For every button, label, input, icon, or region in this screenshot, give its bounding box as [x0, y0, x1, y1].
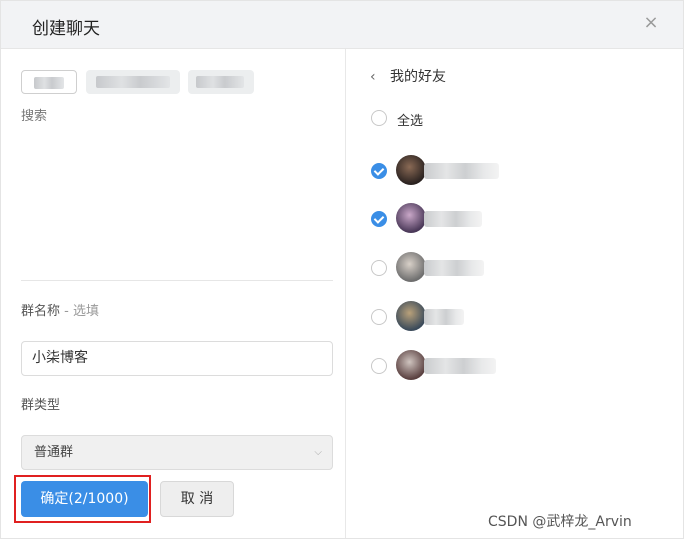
selected-contact-chip[interactable] — [86, 70, 180, 94]
avatar — [396, 350, 426, 380]
group-type-select[interactable]: 普通群 ⌵ — [21, 435, 333, 470]
right-pane: ‹ 我的好友 全选 — [346, 49, 683, 538]
blurred-contact-name — [96, 76, 170, 88]
friend-row[interactable] — [346, 151, 683, 191]
avatar — [396, 155, 426, 185]
blurred-friend-name — [424, 309, 464, 325]
group-name-label-text: 群名称 — [21, 304, 61, 319]
close-icon[interactable]: × — [641, 13, 661, 33]
selected-contact-chip[interactable] — [21, 70, 77, 94]
group-name-input[interactable]: 小柒博客 — [21, 341, 333, 376]
blurred-friend-name — [424, 260, 484, 276]
left-pane: 搜索 群名称 - 选填 小柒博客 群类型 普通群 ⌵ 确定(2/1000) 取 … — [1, 49, 345, 538]
selected-contact-chip[interactable] — [188, 70, 254, 94]
group-name-optional-hint: - 选填 — [60, 304, 99, 319]
friend-row[interactable] — [346, 248, 683, 288]
blurred-friend-name — [424, 163, 499, 179]
friend-row[interactable] — [346, 297, 683, 337]
friend-row[interactable] — [346, 346, 683, 386]
avatar — [396, 301, 426, 331]
friends-title: 我的好友 — [390, 69, 446, 85]
watermark: CSDN @武梓龙_Arvin — [488, 514, 632, 530]
blurred-friend-name — [424, 358, 496, 374]
section-divider — [21, 280, 333, 281]
blurred-contact-name — [196, 76, 244, 88]
group-name-label: 群名称 - 选填 — [21, 300, 99, 319]
unchecked-circle-icon[interactable] — [371, 260, 387, 276]
select-all-label[interactable]: 全选 — [397, 110, 423, 129]
dialog-title: 创建聊天 — [32, 19, 100, 39]
avatar — [396, 252, 426, 282]
select-all-checkbox[interactable] — [371, 110, 387, 126]
search-label[interactable]: 搜索 — [21, 105, 47, 124]
checked-circle-icon[interactable] — [371, 211, 387, 227]
chevron-left-icon: ‹ — [370, 69, 376, 85]
friends-back-link[interactable]: ‹ 我的好友 — [370, 66, 446, 86]
friend-row[interactable] — [346, 199, 683, 239]
unchecked-circle-icon[interactable] — [371, 358, 387, 374]
annotation-highlight-box — [14, 475, 151, 523]
create-chat-dialog: 创建聊天 × 搜索 群名称 - 选填 小柒博客 群类型 普通群 ⌵ 确定(2/1… — [0, 0, 684, 539]
chevron-down-icon: ⌵ — [314, 447, 322, 458]
group-type-label: 群类型 — [21, 398, 61, 413]
avatar — [396, 203, 426, 233]
blurred-contact-name — [34, 77, 64, 89]
cancel-button[interactable]: 取 消 — [160, 481, 234, 517]
unchecked-circle-icon[interactable] — [371, 309, 387, 325]
blurred-friend-name — [424, 211, 482, 227]
group-type-value: 普通群 — [34, 445, 74, 460]
dialog-header: 创建聊天 × — [1, 1, 683, 49]
checked-circle-icon[interactable] — [371, 163, 387, 179]
